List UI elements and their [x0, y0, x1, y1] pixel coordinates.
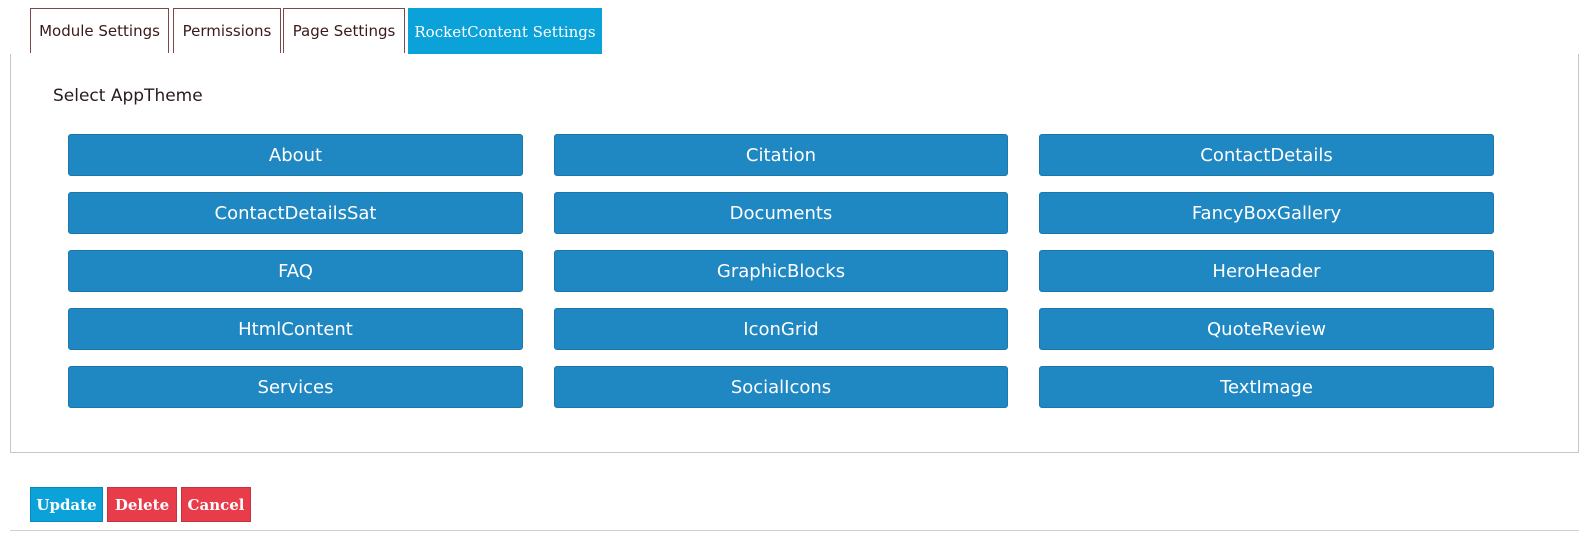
- action-bar: Update Delete Cancel: [30, 487, 251, 522]
- theme-button-citation[interactable]: Citation: [554, 134, 1008, 176]
- delete-button[interactable]: Delete: [107, 487, 177, 522]
- settings-panel: Select AppTheme About Citation ContactDe…: [10, 54, 1579, 453]
- update-button[interactable]: Update: [30, 487, 103, 522]
- theme-button-contactdetails[interactable]: ContactDetails: [1039, 134, 1494, 176]
- settings-tabs: Module Settings Permissions Page Setting…: [10, 8, 1578, 55]
- theme-button-about[interactable]: About: [68, 134, 523, 176]
- theme-button-htmlcontent[interactable]: HtmlContent: [68, 308, 523, 350]
- theme-button-quotereview[interactable]: QuoteReview: [1039, 308, 1494, 350]
- select-apptheme-label: Select AppTheme: [53, 86, 203, 106]
- theme-button-documents[interactable]: Documents: [554, 192, 1008, 234]
- theme-button-services[interactable]: Services: [68, 366, 523, 408]
- tab-page-settings[interactable]: Page Settings: [283, 8, 405, 53]
- theme-button-icongrid[interactable]: IconGrid: [554, 308, 1008, 350]
- cancel-button[interactable]: Cancel: [181, 487, 251, 522]
- theme-button-heroheader[interactable]: HeroHeader: [1039, 250, 1494, 292]
- tab-module-settings[interactable]: Module Settings: [30, 8, 169, 53]
- footer-divider: [10, 530, 1579, 531]
- theme-button-faq[interactable]: FAQ: [68, 250, 523, 292]
- theme-button-graphicblocks[interactable]: GraphicBlocks: [554, 250, 1008, 292]
- theme-button-contactdetailssat[interactable]: ContactDetailsSat: [68, 192, 523, 234]
- apptheme-grid: About Citation ContactDetails ContactDet…: [68, 134, 1494, 408]
- tab-permissions[interactable]: Permissions: [173, 8, 281, 53]
- theme-button-fancyboxgallery[interactable]: FancyBoxGallery: [1039, 192, 1494, 234]
- theme-button-socialicons[interactable]: SocialIcons: [554, 366, 1008, 408]
- tab-rocketcontent-settings[interactable]: RocketContent Settings: [408, 8, 602, 54]
- theme-button-textimage[interactable]: TextImage: [1039, 366, 1494, 408]
